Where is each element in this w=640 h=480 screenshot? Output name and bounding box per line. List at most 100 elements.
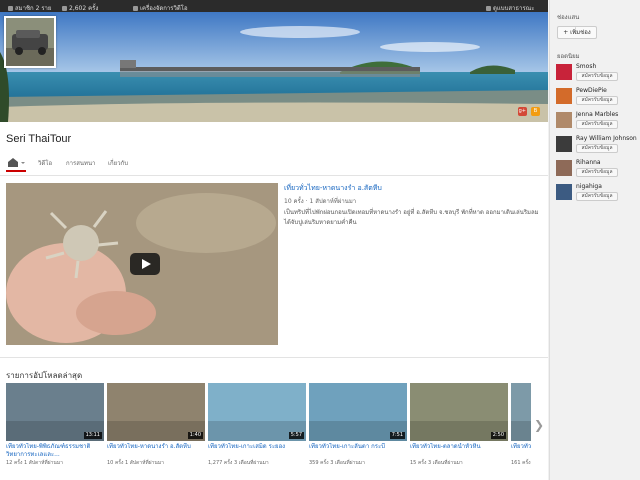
video-age: 1 สัปดาห์ที่ผ่านมา [125,460,164,466]
video-title[interactable]: เที่ยวทั่วไทย-หาดนางรำ อ.สัตหีบ [107,443,205,459]
upload-thumbnail-card[interactable]: เที่ยวทั่วไทย-161 ครั้ง [511,383,531,467]
channel-avatar-small[interactable] [556,136,572,152]
featured-video-meta: 10 ครั้ง · 1 สัปดาห์ที่ผ่านมา [284,196,356,206]
channel-avatar-small[interactable] [556,184,572,200]
channel-name[interactable]: Ray William Johnson [576,135,637,142]
play-icon [62,6,67,11]
video-title[interactable]: เที่ยวทั่วไทย-ตลาดน้ำหัวหิน [410,443,508,459]
video-age: 3 เดือนที่ผ่านมา [330,460,365,466]
thumbnail-ground [511,421,531,441]
channel-topbar: สมาชิก 2 ราย 2,602 ครั้ง เครื่องจัดการวิ… [0,0,548,12]
beach-pier-image [0,12,548,122]
video-title[interactable]: เที่ยวทั่วไทย-เกาะเสม็ด ระยอง [208,443,306,459]
car-photo [6,18,54,66]
tab-about[interactable]: เกี่ยวกับ [108,158,128,168]
person-icon [8,6,13,11]
video-thumbnail[interactable] [511,383,531,441]
video-views: 12 ครั้ง [6,460,23,466]
video-age: 3 เดือนที่ผ่านมา [428,460,463,466]
video-thumbnail[interactable]: 1:40 [107,383,205,441]
video-views: 1,277 ครั้ง [208,460,233,466]
shelf-next-arrow-icon[interactable]: ❯ [534,418,544,432]
popular-channel-item: Jenna Marbles สมัครรับข้อมูล [556,111,640,135]
video-meta: 1,277 ครั้ง 3 เดือนที่ผ่านมา [208,459,306,467]
video-meta: 161 ครั้ง [511,459,531,467]
blog-icon[interactable]: B [531,107,540,116]
channel-avatar-small[interactable] [556,160,572,176]
video-views: 15 ครั้ง [410,460,427,466]
upload-thumbnail-card[interactable]: 7:51 เที่ยวทั่วไทย-เกาะลันตา กระบี่ 359 คร… [309,383,407,467]
youtube-channel-page: สมาชิก 2 ราย 2,602 ครั้ง เครื่องจัดการวิ… [0,0,640,480]
video-views: 10 ครั้ง [107,460,124,466]
upload-thumbnail-card[interactable]: 13:11 เที่ยวทั่วไทย-พิพิธภัณฑ์ธรรมชาติวิท… [6,383,104,467]
video-title[interactable]: เที่ยวทั่วไทย-เกาะลันตา กระบี่ [309,443,407,459]
video-age: 3 เดือนที่ผ่านมา [233,460,269,466]
subscribe-button[interactable]: สมัครรับข้อมูล [576,192,618,201]
play-button[interactable] [130,253,160,275]
popular-header: ยอดนิยม [557,53,580,60]
video-title[interactable]: เที่ยวทั่วไทย- [511,443,531,459]
channel-name[interactable]: Jenna Marbles [576,111,618,118]
video-age: 1 สัปดาห์ที่ผ่านมา [24,460,63,466]
sidebar-header: ช่องแสน [557,14,580,21]
video-views: 359 ครั้ง [309,460,329,466]
channel-name[interactable]: Smosh [576,63,596,70]
tabs-divider [0,175,548,176]
video-duration: 13:11 [83,432,102,439]
video-thumbnail[interactable]: 5:57 [208,383,306,441]
home-icon [8,158,25,167]
uploads-section-title: รายการอัปโหลดล่าสุด [6,371,83,380]
video-meta: 359 ครั้ง 3 เดือนที่ผ่านมา [309,459,407,467]
upload-thumbnail-card[interactable]: 5:57 เที่ยวทั่วไทย-เกาะเสม็ด ระยอง 1,277 ค… [208,383,306,467]
video-views: 161 ครั้ง [511,460,531,466]
video-thumbnail[interactable]: 13:11 [6,383,104,441]
add-channel-button[interactable]: + เพิ่มช่อง [557,26,597,39]
right-sidebar: ช่องแสน + เพิ่มช่อง ยอดนิยม Smosh สมัครรั… [551,0,640,480]
video-icon [133,6,138,11]
channel-avatar[interactable] [4,16,56,68]
video-title[interactable]: เที่ยวทั่วไทย-พิพิธภัณฑ์ธรรมชาติวิทยาการ… [6,443,104,459]
subscribe-button[interactable]: สมัครรับข้อมูล [576,72,618,81]
channel-art-banner: g+ B [0,12,548,122]
channel-name[interactable]: PewDiePie [576,87,607,94]
subscribe-button[interactable]: สมัครรับข้อมูล [576,120,618,129]
social-links: g+ B [516,106,540,116]
sidebar-border [549,0,550,480]
video-duration: 2:50 [490,432,506,439]
video-meta: 12 ครั้ง 1 สัปดาห์ที่ผ่านมา [6,459,104,467]
section-divider [0,357,548,358]
video-meta: 15 ครั้ง 3 เดือนที่ผ่านมา [410,459,508,467]
subscribe-button[interactable]: สมัครรับข้อมูล [576,144,618,153]
featured-video-player[interactable] [6,183,278,345]
uploads-shelf: 13:11 เที่ยวทั่วไทย-พิพิธภัณฑ์ธรรมชาติวิท… [6,383,531,473]
upload-thumbnail-card[interactable]: 1:40 เที่ยวทั่วไทย-หาดนางรำ อ.สัตหีบ 10 คร… [107,383,205,467]
popular-channel-item: Rihanna สมัครรับข้อมูล [556,159,640,183]
channel-avatar-small[interactable] [556,64,572,80]
video-thumbnail[interactable]: 7:51 [309,383,407,441]
upload-thumbnail-card[interactable]: 2:50 เที่ยวทั่วไทย-ตลาดน้ำหัวหิน 15 ครั้ง … [410,383,508,467]
channel-avatar-small[interactable] [556,88,572,104]
popular-channel-item: Ray William Johnson สมัครรับข้อมูล [556,135,640,159]
tab-discussion[interactable]: การสนทนา [66,158,95,168]
video-thumbnail[interactable]: 2:50 [410,383,508,441]
channel-title: Seri ThaiTour [6,133,72,145]
tab-videos[interactable]: วิดีโอ [38,158,52,168]
channel-name[interactable]: nigahiga [576,183,602,190]
featured-video-title[interactable]: เที่ยวทั่วไทย-หาดนางรำ อ.สัตหีบ [284,183,382,194]
subscribe-button[interactable]: สมัครรับข้อมูล [576,168,618,177]
channel-main: สมาชิก 2 ราย 2,602 ครั้ง เครื่องจัดการวิ… [0,0,548,480]
channel-name[interactable]: Rihanna [576,159,601,166]
tab-home[interactable] [6,156,26,172]
google-plus-icon[interactable]: g+ [517,107,527,116]
featured-video-description: เป็นทริปที่ไปพักผ่อนกอนเปิดเทอมที่หาดนาง… [284,209,539,226]
subscribe-button[interactable]: สมัครรับข้อมูล [576,96,618,105]
channel-avatar-small[interactable] [556,112,572,128]
popular-channel-item: PewDiePie สมัครรับข้อมูล [556,87,640,111]
video-duration: 7:51 [389,432,405,439]
popular-channel-item: nigahiga สมัครรับข้อมูล [556,183,640,207]
popular-channel-item: Smosh สมัครรับข้อมูล [556,63,640,87]
video-duration: 1:40 [187,432,203,439]
featured-age: 1 สัปดาห์ที่ผ่านมา [309,198,357,205]
globe-icon [486,6,491,11]
video-duration: 5:57 [288,432,304,439]
